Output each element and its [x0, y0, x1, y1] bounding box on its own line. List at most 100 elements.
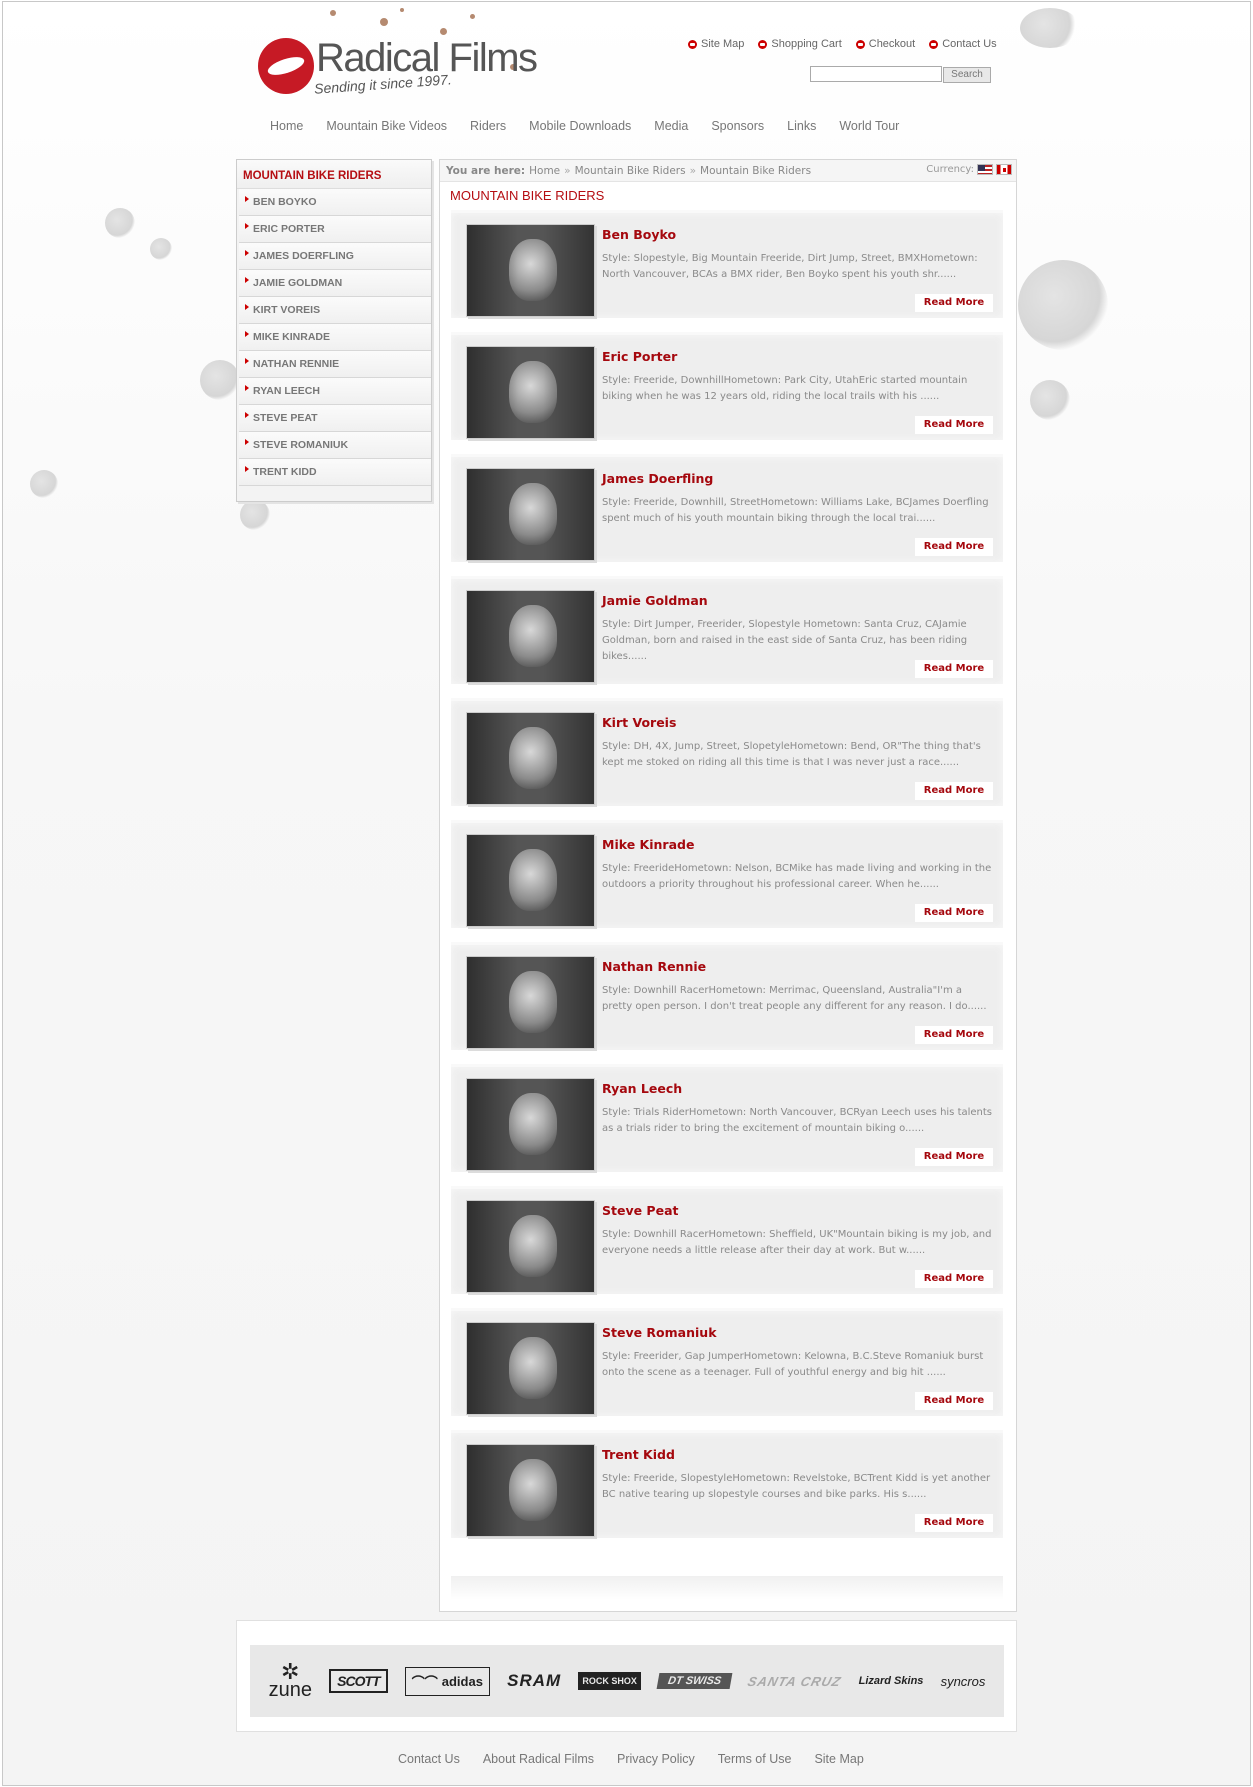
- arrow-right-icon: [245, 412, 249, 418]
- sidebar: MOUNTAIN BIKE RIDERS BEN BOYKO ERIC PORT…: [236, 159, 432, 502]
- sidebar-list: BEN BOYKO ERIC PORTER JAMES DOERFLING JA…: [237, 189, 431, 486]
- bullet-icon: [758, 39, 768, 49]
- rider-photo[interactable]: [466, 1322, 595, 1415]
- read-more-button[interactable]: Read More: [915, 1392, 993, 1410]
- rider-photo[interactable]: [466, 224, 595, 317]
- rider-name[interactable]: Eric Porter: [602, 349, 677, 364]
- read-more-button[interactable]: Read More: [915, 1026, 993, 1044]
- sidebar-item-steve-peat[interactable]: STEVE PEAT: [239, 405, 431, 432]
- read-more-button[interactable]: Read More: [915, 294, 993, 312]
- nav-mobile-downloads[interactable]: Mobile Downloads: [529, 119, 631, 133]
- arrow-right-icon: [245, 439, 249, 445]
- sidebar-item-trent-kidd[interactable]: TRENT KIDD: [239, 459, 431, 486]
- rider-photo[interactable]: [466, 468, 595, 561]
- site-logo[interactable]: Radical Films Sending it since 1997.: [250, 4, 550, 114]
- rider-name[interactable]: Ryan Leech: [602, 1081, 682, 1096]
- sidebar-item-label: RYAN LEECH: [253, 385, 320, 397]
- search-button[interactable]: Search: [943, 67, 991, 83]
- lizard-skins-logo[interactable]: Lizard Skins: [859, 1675, 924, 1687]
- rider-photo[interactable]: [466, 346, 595, 439]
- nav-sponsors[interactable]: Sponsors: [711, 119, 764, 133]
- rockshox-logo[interactable]: ROCK SHOX: [578, 1672, 641, 1690]
- rider-name[interactable]: Jamie Goldman: [602, 593, 708, 608]
- rider-name[interactable]: Steve Romaniuk: [602, 1325, 717, 1340]
- sidebar-item-ryan-leech[interactable]: RYAN LEECH: [239, 378, 431, 405]
- sidebar-item-label: BEN BOYKO: [253, 196, 317, 208]
- footer-about[interactable]: About Radical Films: [483, 1752, 594, 1766]
- adidas-eyewear-logo[interactable]: ⌒⌒ adidas: [404, 1666, 490, 1696]
- rider-photo[interactable]: [466, 1200, 595, 1293]
- sidebar-item-label: JAMIE GOLDMAN: [253, 277, 343, 289]
- read-more-button[interactable]: Read More: [915, 904, 993, 922]
- rider-name[interactable]: Nathan Rennie: [602, 959, 706, 974]
- breadcrumb: You are here: Home » Mountain Bike Rider…: [440, 160, 1016, 182]
- sidebar-item-steve-romaniuk[interactable]: STEVE ROMANIUK: [239, 432, 431, 459]
- arrow-right-icon: [245, 331, 249, 337]
- rider-name[interactable]: Steve Peat: [602, 1203, 678, 1218]
- sidebar-item-label: ERIC PORTER: [253, 223, 325, 235]
- read-more-button[interactable]: Read More: [915, 1270, 993, 1288]
- sponsors-box: ✲ zune SCOTT ⌒⌒ adidas SRAM ROCK SHOX DT S…: [236, 1620, 1017, 1732]
- top-link-label: Shopping Cart: [771, 38, 842, 50]
- read-more-button[interactable]: Read More: [915, 660, 993, 678]
- breadcrumb-current: Mountain Bike Riders: [700, 164, 812, 177]
- breadcrumb-riders[interactable]: Mountain Bike Riders: [575, 165, 686, 177]
- rider-name[interactable]: Kirt Voreis: [602, 715, 676, 730]
- nav-riders[interactable]: Riders: [470, 119, 506, 133]
- read-more-button[interactable]: Read More: [915, 782, 993, 800]
- sidebar-item-jamie-goldman[interactable]: JAMIE GOLDMAN: [239, 270, 431, 297]
- content-footer-bar: [451, 1576, 1003, 1600]
- rider-name[interactable]: Trent Kidd: [602, 1447, 675, 1462]
- footer-privacy-policy[interactable]: Privacy Policy: [617, 1752, 695, 1766]
- rider-description: Style: Downhill RacerHometown: Sheffield…: [602, 1229, 992, 1256]
- footer-contact-us[interactable]: Contact Us: [398, 1752, 460, 1766]
- top-link-site-map[interactable]: Site Map: [688, 38, 744, 50]
- rider-name[interactable]: Mike Kinrade: [602, 837, 694, 852]
- nav-mountain-bike-videos[interactable]: Mountain Bike Videos: [326, 119, 447, 133]
- nav-media[interactable]: Media: [654, 119, 688, 133]
- rider-photo[interactable]: [466, 1078, 595, 1171]
- content-title: MOUNTAIN BIKE RIDERS: [450, 188, 605, 203]
- sidebar-item-label: STEVE PEAT: [253, 412, 318, 424]
- top-link-contact-us[interactable]: Contact Us: [929, 38, 997, 50]
- sidebar-item-mike-kinrade[interactable]: MIKE KINRADE: [239, 324, 431, 351]
- footer-terms-of-use[interactable]: Terms of Use: [718, 1752, 792, 1766]
- santa-cruz-logo[interactable]: SANTA CRUZ: [746, 1674, 843, 1689]
- canada-flag-icon[interactable]: [996, 164, 1012, 175]
- top-link-shopping-cart[interactable]: Shopping Cart: [758, 38, 842, 50]
- logo-splat: [440, 28, 447, 35]
- read-more-button[interactable]: Read More: [915, 538, 993, 556]
- search-input[interactable]: [810, 66, 942, 82]
- nav-home[interactable]: Home: [270, 119, 303, 133]
- sram-logo[interactable]: SRAM: [507, 1671, 561, 1691]
- breadcrumb-home[interactable]: Home: [529, 165, 560, 177]
- sidebar-item-ben-boyko[interactable]: BEN BOYKO: [239, 189, 431, 216]
- syncros-logo[interactable]: syncros: [941, 1674, 986, 1689]
- photo-shade: [467, 225, 594, 316]
- rider-photo[interactable]: [466, 1444, 595, 1537]
- us-flag-icon[interactable]: [977, 164, 993, 175]
- sidebar-item-eric-porter[interactable]: ERIC PORTER: [239, 216, 431, 243]
- rider-photo[interactable]: [466, 590, 595, 683]
- sidebar-item-kirt-voreis[interactable]: KIRT VOREIS: [239, 297, 431, 324]
- sidebar-item-james-doerfling[interactable]: JAMES DOERFLING: [239, 243, 431, 270]
- rider-photo[interactable]: [466, 834, 595, 927]
- nav-world-tour[interactable]: World Tour: [839, 119, 899, 133]
- rider-card: Jamie Goldman Style: Dirt Jumper, Freerid…: [451, 576, 1003, 684]
- rider-name[interactable]: James Doerfling: [602, 471, 713, 486]
- zune-logo[interactable]: ✲ zune: [269, 1661, 312, 1701]
- footer-site-map[interactable]: Site Map: [814, 1752, 863, 1766]
- top-link-checkout[interactable]: Checkout: [855, 38, 915, 50]
- rider-name[interactable]: Ben Boyko: [602, 227, 676, 242]
- scott-logo[interactable]: SCOTT: [329, 1669, 388, 1693]
- rider-description: Style: Downhill RacerHometown: Merrimac,…: [602, 985, 987, 1012]
- rider-photo[interactable]: [466, 956, 595, 1049]
- nav-links[interactable]: Links: [787, 119, 816, 133]
- read-more-button[interactable]: Read More: [915, 1148, 993, 1166]
- arrow-right-icon: [245, 385, 249, 391]
- dt-swiss-logo[interactable]: DT SWISS: [656, 1673, 733, 1689]
- read-more-button[interactable]: Read More: [915, 1514, 993, 1532]
- read-more-button[interactable]: Read More: [915, 416, 993, 434]
- rider-photo[interactable]: [466, 712, 595, 805]
- sidebar-item-nathan-rennie[interactable]: NATHAN RENNIE: [239, 351, 431, 378]
